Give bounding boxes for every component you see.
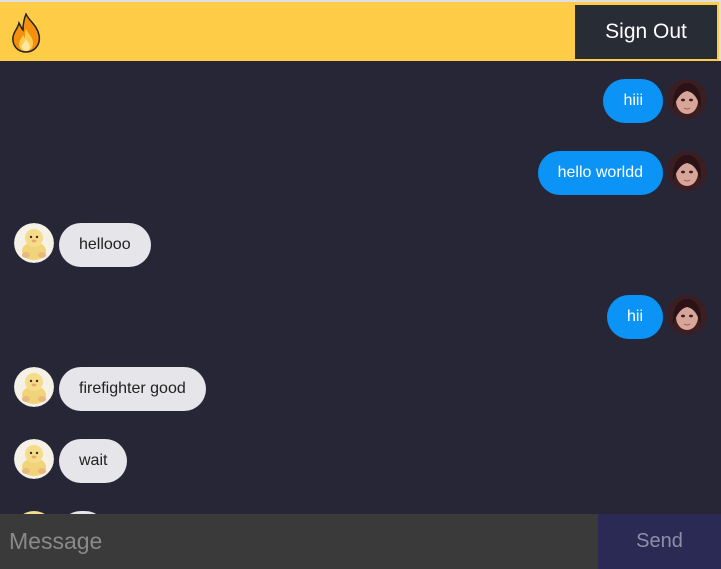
- message-bubble: hii: [606, 295, 663, 339]
- chat-app: Sign Out hiii hello worldd hellooo hii f…: [0, 0, 721, 569]
- avatar: [667, 151, 707, 191]
- message-received: wait: [0, 439, 721, 483]
- message-sent: hello worldd: [0, 151, 721, 195]
- avatar: [667, 295, 707, 335]
- avatar: [14, 367, 54, 407]
- avatar: [14, 439, 54, 479]
- avatar: [667, 79, 707, 119]
- message-bubble: firefighter good: [59, 367, 206, 411]
- message-bubble: hellooo: [59, 223, 151, 267]
- app-header: Sign Out: [0, 0, 721, 61]
- fire-icon: [12, 13, 41, 53]
- message-bubble: hiii: [603, 79, 663, 123]
- message-bubble: wait: [59, 439, 128, 483]
- message-input[interactable]: [0, 514, 598, 569]
- message-sent: hii: [0, 295, 721, 339]
- message-composer: Send: [0, 514, 721, 569]
- sign-out-button[interactable]: Sign Out: [575, 5, 717, 59]
- message-received: hellooo: [0, 223, 721, 267]
- message-sent: hiii: [0, 79, 721, 123]
- avatar: [14, 223, 54, 263]
- messages-list[interactable]: hiii hello worldd hellooo hii firefighte…: [0, 61, 721, 514]
- send-button[interactable]: Send: [598, 514, 721, 569]
- message-received: firefighter good: [0, 367, 721, 411]
- message-bubble: hello worldd: [537, 151, 663, 195]
